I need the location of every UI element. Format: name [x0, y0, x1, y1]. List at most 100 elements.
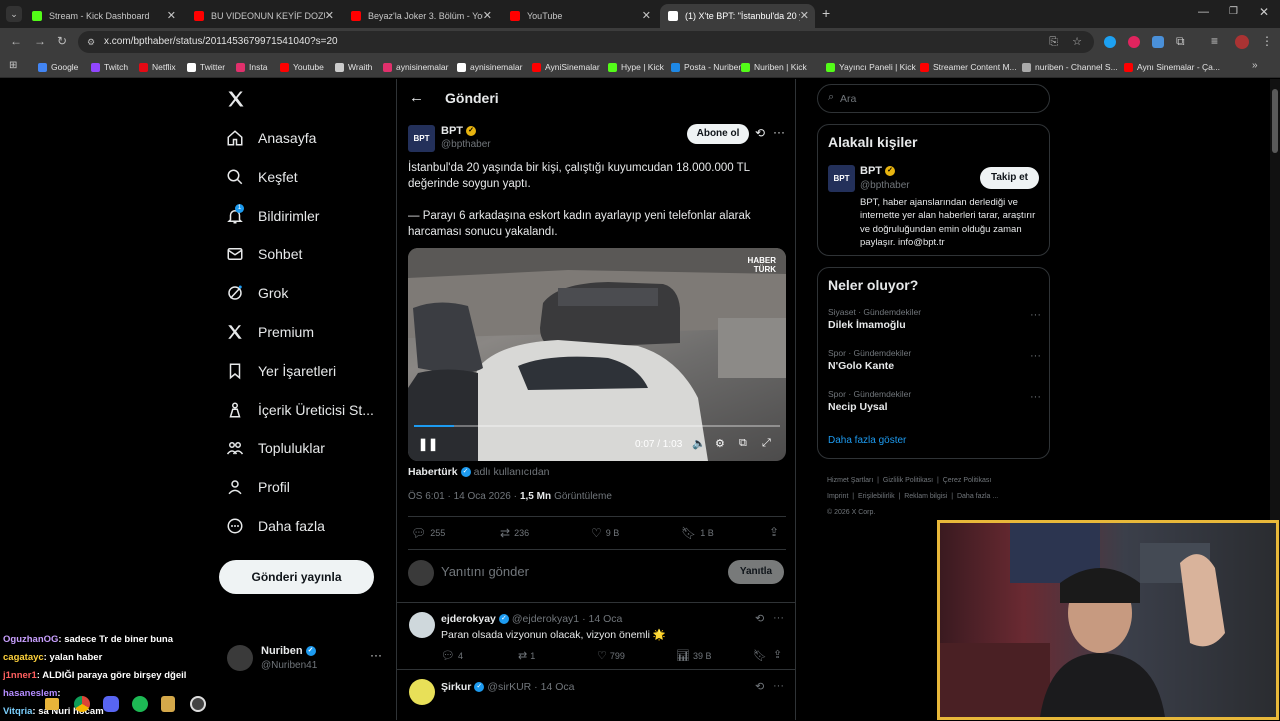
- show-more-link[interactable]: Daha fazla göster: [828, 435, 906, 446]
- bookmark-item[interactable]: Youtube: [280, 60, 324, 74]
- grok-icon[interactable]: ⟲: [755, 680, 764, 693]
- reply-author[interactable]: Şirkur: [441, 681, 471, 693]
- apps-icon[interactable]: ⊞: [9, 60, 17, 71]
- footer-link[interactable]: Çerez Politikası: [943, 477, 992, 484]
- bookmark-icon[interactable]: 🔖︎: [753, 649, 767, 662]
- account-switcher[interactable]: Nuriben ✓ @Nuriben41 ···: [224, 642, 386, 676]
- tab-close-icon[interactable]: ✕: [325, 9, 334, 22]
- discord-icon[interactable]: [103, 696, 119, 712]
- url-bar[interactable]: ⚙ x.com/bpthaber/status/2011453679971541…: [78, 31, 1094, 53]
- bookmark-item[interactable]: aynisinemalar: [383, 60, 448, 74]
- extension-icon[interactable]: [1128, 36, 1140, 48]
- more-icon[interactable]: ···: [773, 125, 785, 139]
- sidebar-item[interactable]: 1 Bildirimler: [226, 202, 319, 230]
- browser-tab[interactable]: BU VIDEONUN KEYİF DOZU: GA✕: [186, 4, 340, 28]
- tab-close-icon[interactable]: ✕: [800, 9, 809, 22]
- bookmark-item[interactable]: Wraith: [335, 60, 372, 74]
- source-name[interactable]: Habertürk: [408, 466, 458, 478]
- sidebar-item[interactable]: Grok: [226, 279, 288, 307]
- search-box[interactable]: ⌕ Ara: [817, 84, 1050, 113]
- bookmark-item[interactable]: Twitter: [187, 60, 225, 74]
- grok-icon[interactable]: ⟲: [755, 612, 764, 625]
- picture-in-picture-icon[interactable]: ⧉: [739, 437, 747, 450]
- post-timestamp[interactable]: ÖS 6:01 · 14 Oca 2026 ·: [408, 491, 517, 502]
- tab-close-icon[interactable]: ✕: [167, 9, 176, 22]
- browser-tab[interactable]: Beyaz'la Joker 3. Bölüm - YouTu✕: [343, 4, 498, 28]
- footer-link[interactable]: Hizmet Şartları: [827, 477, 873, 484]
- bookmark-item[interactable]: Google: [38, 60, 78, 74]
- tab-close-icon[interactable]: ✕: [483, 9, 492, 22]
- more-icon[interactable]: ···: [773, 612, 784, 624]
- like-action[interactable]: ♡ 799: [597, 649, 625, 662]
- bookmark-item[interactable]: nuriben - Channel S...: [1022, 60, 1118, 74]
- sidebar-item[interactable]: İçerik Üreticisi St...: [226, 396, 374, 424]
- footer-link[interactable]: Imprint: [827, 493, 848, 500]
- share-icon[interactable]: ⇪: [769, 525, 779, 539]
- sidebar-item[interactable]: Sohbet: [226, 240, 302, 268]
- fullscreen-icon[interactable]: ⤢: [762, 437, 771, 450]
- author-handle[interactable]: @bpthaber: [441, 139, 491, 150]
- reply-author[interactable]: ejderokyay: [441, 613, 496, 625]
- trend-item[interactable]: Siyaset · Gündemdekiler Dilek İmamoğlu ···: [828, 307, 1041, 337]
- app-icon[interactable]: [161, 696, 175, 712]
- scrollbar-thumb[interactable]: [1272, 89, 1278, 153]
- sidebar-item[interactable]: Anasayfa: [226, 124, 316, 152]
- bookmark-action[interactable]: 🔖︎ 1 B: [681, 526, 714, 540]
- post-button[interactable]: Gönderi yayınla: [219, 560, 374, 594]
- grok-icon[interactable]: ⟲: [755, 126, 765, 140]
- back-icon[interactable]: ←: [10, 34, 22, 48]
- menu-icon[interactable]: ⋮: [1261, 34, 1273, 48]
- bookmark-item[interactable]: Twitch: [91, 60, 128, 74]
- avatar[interactable]: [409, 679, 435, 705]
- reply-button[interactable]: Yanıtla: [728, 560, 784, 584]
- reply-action[interactable]: 💬︎ 255: [411, 526, 445, 540]
- bookmark-item[interactable]: Nuriben | Kick: [741, 60, 807, 74]
- repost-action[interactable]: ⇄ 1: [518, 649, 535, 662]
- author-avatar[interactable]: BPT: [828, 165, 855, 192]
- bookmark-item[interactable]: Posta - Nuriben: [671, 60, 743, 74]
- close-window-button[interactable]: ✕: [1259, 5, 1269, 19]
- back-arrow-icon[interactable]: ←: [409, 89, 424, 106]
- reply-item[interactable]: Şirkur ✓ @sirKUR · 14 Oca ⟲ ···: [397, 670, 795, 720]
- repost-action[interactable]: ⇄ 236: [500, 526, 529, 540]
- author-avatar[interactable]: BPT: [408, 125, 435, 152]
- more-icon[interactable]: ···: [1030, 309, 1041, 321]
- install-icon[interactable]: ⎘: [1049, 31, 1058, 53]
- sidebar-item[interactable]: Topluluklar: [226, 434, 325, 462]
- spotify-icon[interactable]: [132, 696, 148, 712]
- tab-search-button[interactable]: ⌄: [6, 6, 22, 22]
- bookmark-item[interactable]: Yayıncı Paneli | Kick: [826, 60, 916, 74]
- extension-icon[interactable]: [1104, 36, 1116, 48]
- bookmark-item[interactable]: aynisinemalar: [457, 60, 522, 74]
- sidebar-item[interactable]: Keşfet: [226, 163, 298, 191]
- more-icon[interactable]: ···: [1030, 350, 1041, 362]
- site-info-icon[interactable]: ⚙: [87, 31, 95, 53]
- puzzle-icon[interactable]: ⧉: [1176, 34, 1185, 49]
- tab-close-icon[interactable]: ✕: [642, 9, 651, 22]
- footer-link[interactable]: Reklam bilgisi: [904, 493, 947, 500]
- avatar[interactable]: [409, 612, 435, 638]
- browser-tab[interactable]: Stream - Kick Dashboard ✕: [24, 4, 182, 28]
- trend-item[interactable]: Spor · Gündemdekiler Necip Uysal ···: [828, 389, 1041, 419]
- more-bookmarks-icon[interactable]: »: [1252, 60, 1258, 71]
- volume-icon[interactable]: 🔈: [692, 437, 706, 450]
- share-icon[interactable]: ⇪: [773, 648, 782, 661]
- bookmark-item[interactable]: Hype | Kick: [608, 60, 664, 74]
- sidebar-item[interactable]: Daha fazla: [226, 512, 325, 540]
- new-tab-button[interactable]: +: [822, 5, 830, 21]
- sidebar-item[interactable]: Yer İşaretleri: [226, 357, 336, 385]
- reload-icon[interactable]: ↻: [57, 34, 67, 48]
- pause-icon[interactable]: ❚❚: [418, 437, 438, 451]
- reply-input[interactable]: Yanıtını gönder: [441, 564, 681, 582]
- bookmark-item[interactable]: Insta: [236, 60, 267, 74]
- obs-icon[interactable]: [190, 696, 206, 712]
- media-icon[interactable]: ≡: [1211, 34, 1218, 48]
- x-logo-icon[interactable]: [226, 89, 246, 109]
- bookmark-star-icon[interactable]: ☆: [1072, 31, 1082, 53]
- bookmark-item[interactable]: Aynı Sinemalar - Ça...: [1124, 60, 1220, 74]
- sidebar-item[interactable]: Premium: [226, 318, 314, 346]
- video-player[interactable]: HABER TÜRK ❚❚ 0:07 / 1:03 🔈 ⚙ ⧉ ⤢: [408, 248, 786, 461]
- folder-icon[interactable]: [45, 698, 59, 710]
- bookmark-item[interactable]: Netflix: [139, 60, 176, 74]
- settings-icon[interactable]: ⚙: [715, 437, 725, 450]
